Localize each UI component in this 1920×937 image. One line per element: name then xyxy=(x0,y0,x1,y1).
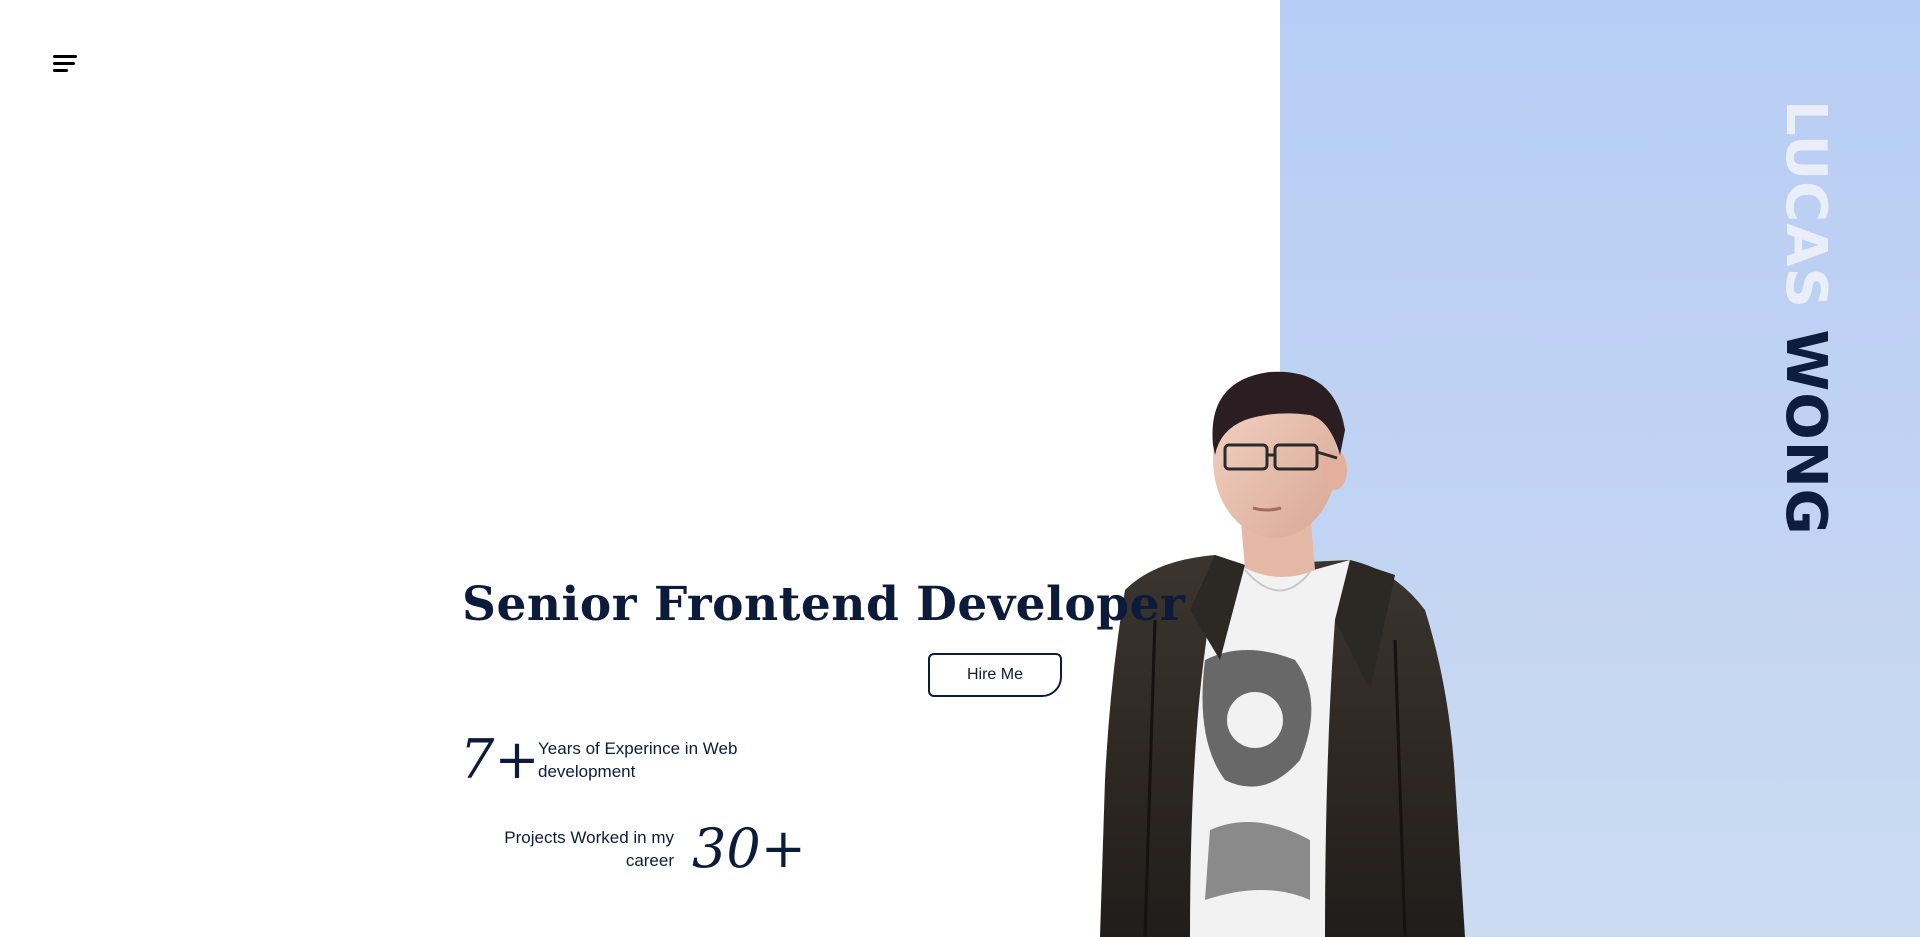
stat-projects-label: Projects Worked in my career xyxy=(504,828,674,870)
stat-projects-number: 30+ xyxy=(692,817,806,880)
name-last: WONG xyxy=(1773,329,1838,536)
stat-years-label: Years of Experince in Web development xyxy=(538,739,738,781)
vertical-name: LUCAS WONG xyxy=(1773,100,1838,536)
landing-page: LUCAS WONG Senior Frontend Developer Hir… xyxy=(0,0,1920,937)
name-first: LUCAS xyxy=(1773,100,1838,309)
portrait-image xyxy=(1100,371,1465,937)
stat-years-number: 7+ xyxy=(460,728,540,791)
hamburger-menu-icon[interactable] xyxy=(48,50,82,78)
page-title: Senior Frontend Developer xyxy=(462,577,1186,632)
hire-me-button[interactable]: Hire Me xyxy=(928,653,1062,697)
